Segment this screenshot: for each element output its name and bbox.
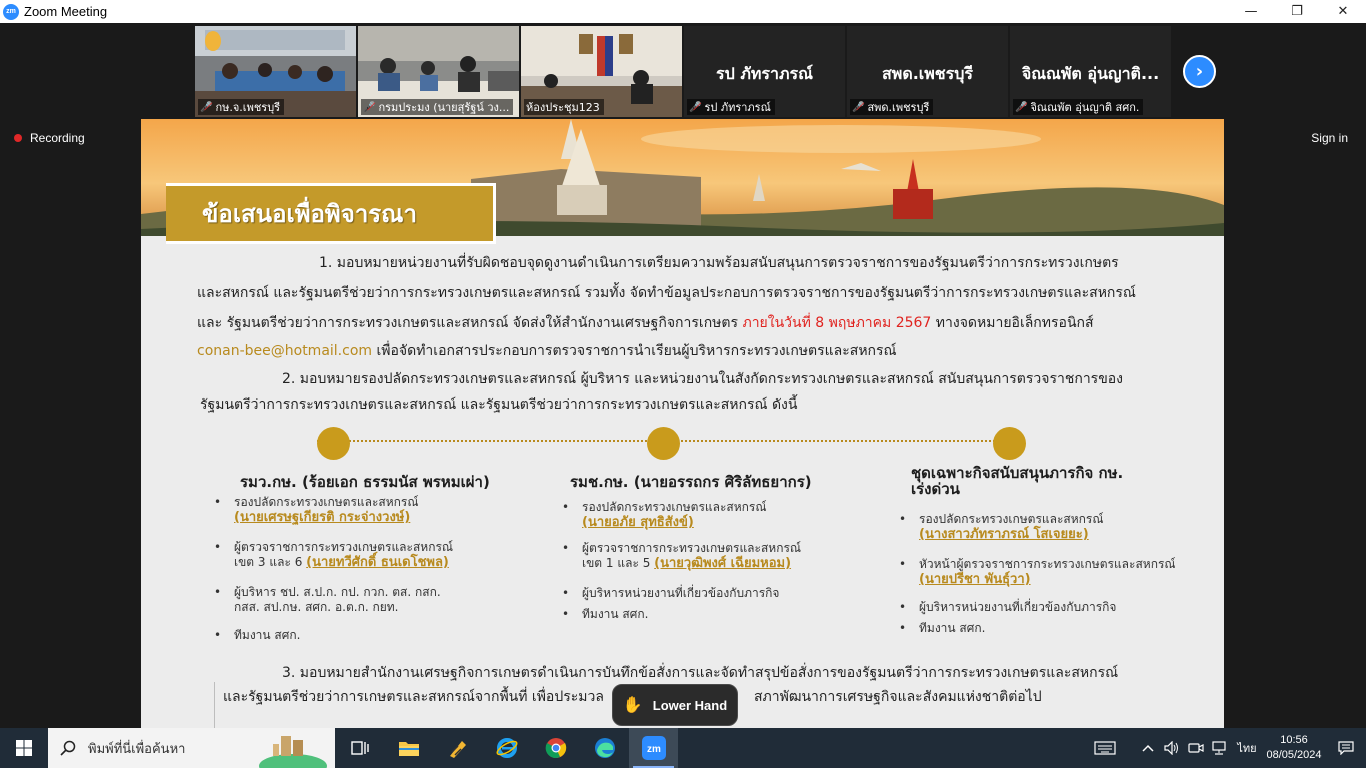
restore-button[interactable]: ❐ (1274, 0, 1320, 23)
clock-time: 10:56 (1280, 734, 1308, 746)
participant-display-name: รป ภัทราภรณ์ (716, 64, 813, 83)
list-item: ทีมงาน สศก. (214, 628, 301, 643)
next-page-icon[interactable]: › (1183, 55, 1216, 88)
hand-icon: ✋ (622, 697, 643, 714)
mic-muted-icon: 🎤̸ (852, 101, 865, 113)
window-title: Zoom Meeting (24, 4, 108, 19)
taskbar-zoom[interactable]: zm (629, 728, 678, 768)
taskbar-file-explorer[interactable] (384, 728, 433, 768)
start-button[interactable] (0, 728, 48, 768)
paragraph-1-line-1: 1. มอบหมายหน่วยงานที่รับผิดชอบจุดดูงานดำ… (319, 255, 1119, 271)
timeline-dot (647, 427, 680, 460)
slide-divider (214, 682, 215, 728)
participant-thumbnail-active[interactable]: ห้องประชุม123 (521, 26, 682, 117)
task-view-button[interactable] (335, 728, 384, 768)
slide-heading-box: ข้อเสนอเพื่อพิจารณา (166, 183, 496, 244)
participant-name-label: 🎤̸ กรมประมง (นายสุรัฐน์ วง... (361, 99, 514, 115)
participant-thumbnail[interactable]: 🎤̸ กษ.จ.เพชรบุรี (195, 26, 356, 117)
participant-thumbnail[interactable]: 🎤̸ กรมประมง (นายสุรัฐน์ วง... (358, 26, 519, 117)
participant-name-label: 🎤̸ กษ.จ.เพชรบุรี (198, 99, 285, 115)
paragraph-2-line-2: รัฐมนตรีว่าการกระทรวงเกษตรและสหกรณ์ และร… (200, 397, 798, 413)
network-icon[interactable] (1208, 728, 1232, 768)
meeting-area: 🎤̸ กษ.จ.เพชรบุรี 🎤̸ กรมประมง (นายสุรัฐน์ ว… (0, 23, 1366, 728)
internet-explorer-icon (496, 738, 517, 758)
lower-hand-button[interactable]: ✋ Lower Hand (612, 684, 738, 726)
participant-thumbnail[interactable]: จิณณพัต อุ่นญาติ... 🎤̸ จิณณพัต อุ่นญาติ ส… (1010, 26, 1171, 117)
pen-tool-icon (449, 741, 466, 758)
minimize-button[interactable]: — (1228, 0, 1274, 23)
taskbar-internet-explorer[interactable] (482, 728, 531, 768)
folder-icon (398, 742, 419, 756)
list-item: ผู้ตรวจราชการกระทรวงเกษตรและสหกรณ์เขต 1 … (562, 541, 801, 571)
slide-heading: ข้อเสนอเพื่อพิจารณา (202, 200, 417, 228)
notification-icon[interactable] (1326, 728, 1366, 768)
recording-dot-icon (14, 134, 22, 142)
clock-date: 08/05/2024 (1266, 749, 1322, 761)
column-1-title: รมว.กษ. (ร้อยเอก ธรรมนัส พรหมเผ่า) (240, 473, 490, 491)
list-item: หัวหน้าผู้ตรวจราชการกระทรวงเกษตรและสหกรณ… (899, 557, 1176, 587)
taskbar-chrome[interactable] (531, 728, 580, 768)
taskbar-search-box[interactable]: พิมพ์ที่นี่เพื่อค้นหา (48, 728, 335, 768)
participant-strip: 🎤̸ กษ.จ.เพชรบุรี 🎤̸ กรมประมง (นายสุรัฐน์ ว… (195, 26, 1171, 117)
system-tray: ไทย 10:56 08/05/2024 (1088, 728, 1366, 768)
taskbar-edge[interactable] (580, 728, 629, 768)
list-item: ผู้บริหารหน่วยงานที่เกี่ยวข้องกับภารกิจ (899, 600, 1117, 615)
participant-display-name: จิณณพัต อุ่นญาติ... (1021, 64, 1160, 83)
input-language-indicator[interactable]: ไทย (1232, 728, 1262, 768)
paragraph-1-line-3: และ รัฐมนตรีช่วยว่าการกระทรวงเกษตรและสหก… (197, 315, 1094, 331)
participant-display-name: สพด.เพชรบุรี (882, 64, 973, 83)
zoom-app-icon: zm (3, 3, 19, 20)
paragraph-1-line-4: conan-bee@hotmail.com เพื่อจัดทำเอกสารปร… (197, 343, 897, 359)
participant-name-label: 🎤̸ จิณณพัต อุ่นญาติ สศก. (1013, 99, 1144, 115)
paragraph-1-line-2: และสหกรณ์ และรัฐมนตรีช่วยว่าการกระทรวงเก… (197, 285, 1136, 301)
sign-in-link[interactable]: Sign in (1311, 131, 1348, 145)
search-icon (60, 740, 76, 756)
list-item: ผู้บริหารหน่วยงานที่เกี่ยวข้องกับภารกิจ (562, 586, 780, 601)
list-item: ทีมงาน สศก. (562, 607, 649, 622)
recording-indicator[interactable]: Recording (14, 131, 85, 145)
list-item: ผู้ตรวจราชการกระทรวงเกษตรและสหกรณ์เขต 3 … (214, 540, 453, 570)
deadline-text: ภายในวันที่ 8 พฤษภาคม 2567 (742, 315, 932, 331)
column-2-title: รมช.กษ. (นายอรรถกร ศิริลัทธยากร) (570, 473, 812, 491)
mic-muted-icon: 🎤̸ (363, 101, 376, 113)
column-3-title: ชุดเฉพาะกิจสนับสนุนภารกิจ กษ. เร่งด่วน (911, 464, 1124, 498)
search-highlight-illustration (259, 736, 327, 768)
chrome-icon (545, 738, 566, 758)
participant-name-label: ห้องประชุม123 (524, 99, 604, 115)
slide-body: 1. มอบหมายหน่วยงานที่รับผิดชอบจุดดูงานดำ… (141, 236, 1224, 728)
participant-thumbnail[interactable]: รป ภัทราภรณ์ 🎤̸ รป ภัทราภรณ์ (684, 26, 845, 117)
mic-muted-icon: 🎤̸ (200, 101, 213, 113)
paragraph-2-line-1: 2. มอบหมายรองปลัดกระทรวงเกษตรและสหกรณ์ ผ… (282, 371, 1124, 387)
list-item: รองปลัดกระทรวงเกษตรและสหกรณ์(นางสาวภัทรา… (899, 512, 1103, 542)
window-title-bar: zm Zoom Meeting — ❐ ✕ (0, 0, 1366, 23)
mic-muted-icon: 🎤̸ (1015, 101, 1028, 113)
system-clock[interactable]: 10:56 08/05/2024 (1262, 733, 1326, 763)
svg-text:zm: zm (647, 744, 661, 755)
list-item: ทีมงาน สศก. (899, 621, 986, 636)
task-view-icon (350, 741, 369, 755)
edge-icon (594, 738, 615, 758)
participant-name-label: 🎤̸ สพด.เพชรบุรี (850, 99, 934, 115)
list-item: ผู้บริหาร ชป. ส.ป.ก. กป. กวก. ตส. กสก.กส… (214, 585, 441, 615)
keyboard-layout-icon[interactable] (1088, 728, 1122, 768)
list-item: รองปลัดกระทรวงเกษตรและสหกรณ์(นายเศรษฐเกี… (214, 495, 418, 525)
taskbar-app-tool[interactable] (433, 728, 482, 768)
list-item: รองปลัดกระทรวงเกษตรและสหกรณ์(นายอภัย สุท… (562, 500, 766, 530)
participant-name-label: 🎤̸ รป ภัทราภรณ์ (687, 99, 775, 115)
zoom-icon: zm (641, 736, 666, 760)
windows-taskbar: พิมพ์ที่นี่เพื่อค้นหา zm ไทย 10:56 08/05… (0, 728, 1366, 768)
chevron-up-icon[interactable] (1136, 728, 1160, 768)
windows-logo-icon (16, 740, 32, 756)
meet-now-icon[interactable] (1184, 728, 1208, 768)
close-button[interactable]: ✕ (1320, 0, 1366, 23)
participant-thumbnail[interactable]: สพด.เพชรบุรี 🎤̸ สพด.เพชรบุรี (847, 26, 1008, 117)
email-address: conan-bee@hotmail.com (197, 343, 373, 359)
mic-muted-icon: 🎤̸ (689, 101, 702, 113)
shared-screen-slide: ข้อเสนอเพื่อพิจารณา 1. มอบหมายหน่วยงานที… (141, 119, 1224, 728)
search-placeholder: พิมพ์ที่นี่เพื่อค้นหา (88, 741, 186, 757)
volume-icon[interactable] (1160, 728, 1184, 768)
timeline-dot (993, 427, 1026, 460)
paragraph-3-line-1: 3. มอบหมายสำนักงานเศรษฐกิจการเกษตรดำเนิน… (282, 665, 1119, 681)
timeline-dot (317, 427, 350, 460)
